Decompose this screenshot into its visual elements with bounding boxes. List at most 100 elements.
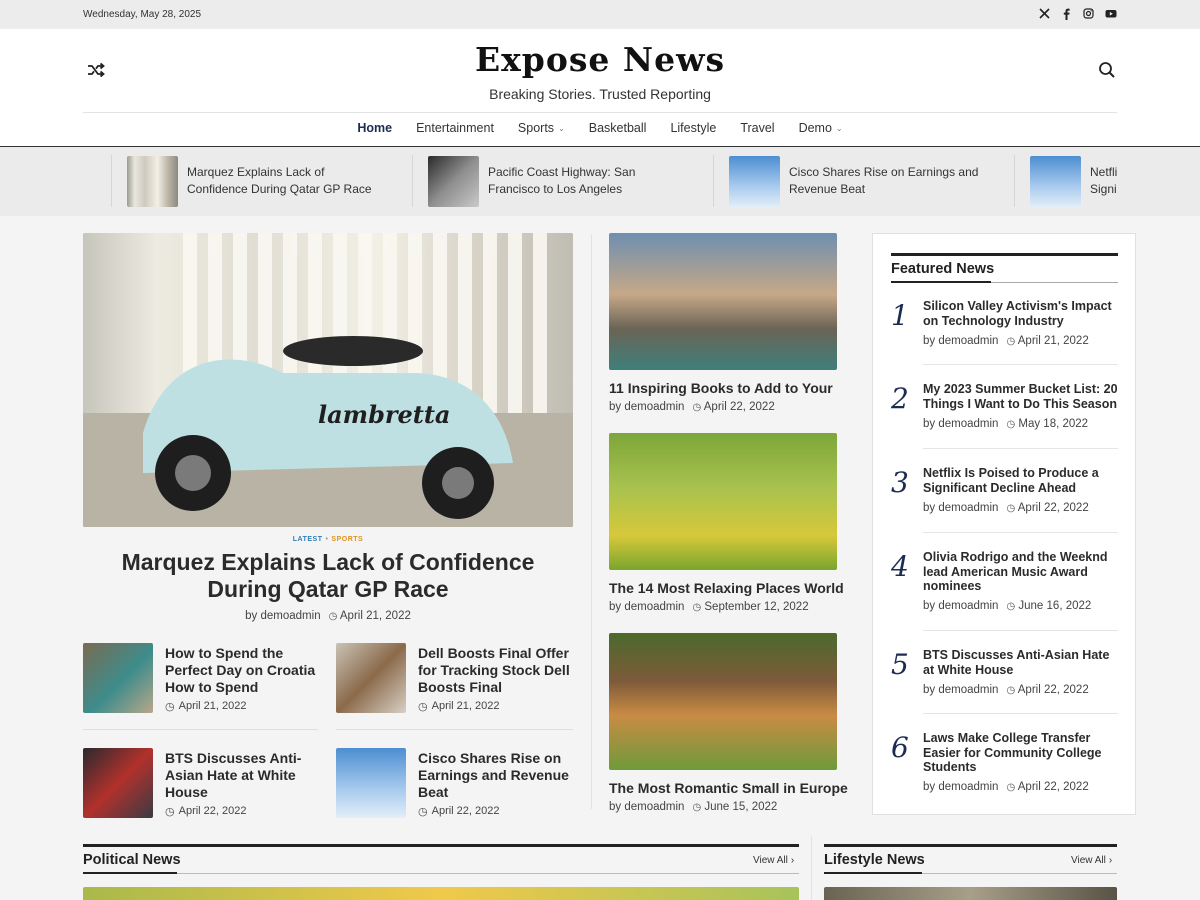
post-date: ◷ April 21, 2022 bbox=[328, 610, 411, 622]
author-byline[interactable]: by demoadmin bbox=[923, 418, 998, 430]
card-image[interactable] bbox=[609, 633, 837, 770]
youtube-icon[interactable] bbox=[1105, 8, 1117, 20]
author-byline[interactable]: by demoadmin bbox=[609, 401, 684, 413]
nav-label: Sports bbox=[517, 121, 555, 135]
ticker-thumbnail[interactable] bbox=[127, 155, 178, 207]
author-byline[interactable]: by demoadmin bbox=[245, 610, 320, 622]
ticker-thumbnail[interactable] bbox=[428, 155, 479, 207]
ticker-item[interactable]: Marquez Explains Lack of Confidence Duri… bbox=[111, 155, 387, 207]
post-title[interactable]: BTS Discusses Anti-Asian Hate at White H… bbox=[165, 750, 323, 801]
hero-title[interactable]: Marquez Explains Lack of Confidence Duri… bbox=[83, 549, 573, 603]
card-image[interactable] bbox=[609, 433, 837, 570]
post-date: ◷ April 22, 2022 bbox=[1006, 502, 1089, 514]
nav-item-demo[interactable]: Demo ⌄ bbox=[787, 121, 855, 135]
clock-icon: ◷ bbox=[692, 402, 702, 413]
clock-icon: ◷ bbox=[418, 806, 428, 818]
political-news-heading: Political News bbox=[83, 852, 181, 868]
ticker-item[interactable]: Netfli Signi bbox=[1014, 155, 1120, 207]
card-title[interactable]: The 14 Most Relaxing Places World bbox=[609, 580, 849, 596]
author-byline[interactable]: by demoadmin bbox=[923, 684, 998, 696]
top-bar: Wednesday, May 28, 2025 bbox=[0, 0, 1200, 29]
small-post[interactable]: How to Spend the Perfect Day on Croatia … bbox=[83, 643, 323, 713]
divider bbox=[923, 630, 1118, 631]
hero-image[interactable]: lambretta bbox=[83, 233, 573, 527]
ticker-thumbnail[interactable] bbox=[729, 155, 780, 207]
facebook-icon[interactable] bbox=[1061, 8, 1072, 20]
search-icon[interactable] bbox=[1098, 61, 1116, 79]
author-byline[interactable]: by demoadmin bbox=[609, 601, 684, 613]
nav-item-lifestyle[interactable]: Lifestyle bbox=[658, 121, 728, 135]
post-thumbnail[interactable] bbox=[336, 643, 406, 713]
nav-item-home[interactable]: Home bbox=[345, 121, 404, 135]
author-byline[interactable]: by demoadmin bbox=[923, 335, 998, 347]
main-content: lambretta LATEST • SPORTS Marquez Explains… bbox=[0, 216, 1200, 900]
x-icon[interactable] bbox=[1039, 8, 1050, 20]
section-underline bbox=[824, 872, 922, 874]
clock-icon: ◷ bbox=[692, 802, 702, 813]
author-byline[interactable]: by demoadmin bbox=[609, 801, 684, 813]
featured-title[interactable]: Silicon Valley Activism's Impact on Tech… bbox=[923, 299, 1118, 328]
small-post[interactable]: Dell Boosts Final Offer for Tracking Sto… bbox=[336, 643, 576, 713]
featured-title[interactable]: Olivia Rodrigo and the Weeknd lead Ameri… bbox=[923, 550, 1118, 594]
clock-icon: ◷ bbox=[1006, 782, 1016, 793]
lifestyle-lead-image[interactable] bbox=[824, 887, 1117, 900]
category-sports[interactable]: SPORTS bbox=[331, 536, 363, 543]
news-ticker: Marquez Explains Lack of Confidence Duri… bbox=[0, 147, 1200, 216]
post-thumbnail[interactable] bbox=[336, 748, 406, 818]
featured-title[interactable]: My 2023 Summer Bucket List: 20 Things I … bbox=[923, 382, 1118, 411]
card-image[interactable] bbox=[609, 233, 837, 370]
site-tagline: Breaking Stories. Trusted Reporting bbox=[489, 86, 711, 102]
clock-icon: ◷ bbox=[165, 806, 175, 818]
post-date: ◷ April 21, 2022 bbox=[165, 700, 247, 713]
ticker-title[interactable]: Cisco Shares Rise on Earnings and Revenu… bbox=[789, 164, 989, 198]
nav-item-sports[interactable]: Sports ⌄ bbox=[506, 121, 577, 135]
ticker-thumbnail[interactable] bbox=[1030, 155, 1081, 207]
post-thumbnail[interactable] bbox=[83, 748, 153, 818]
author-byline[interactable]: by demoadmin bbox=[923, 600, 998, 612]
clock-icon: ◷ bbox=[1006, 419, 1016, 430]
ticker-title[interactable]: Pacific Coast Highway: San Francisco to … bbox=[488, 164, 688, 198]
author-byline[interactable]: by demoadmin bbox=[923, 781, 998, 793]
ticker-title[interactable]: Netfli Signi bbox=[1090, 164, 1120, 198]
small-post[interactable]: Cisco Shares Rise on Earnings and Revenu… bbox=[336, 748, 576, 818]
post-date: ◷ June 16, 2022 bbox=[1006, 600, 1092, 612]
post-date: ◷ June 15, 2022 bbox=[692, 801, 778, 813]
featured-title[interactable]: Laws Make College Transfer Easier for Co… bbox=[923, 731, 1118, 775]
site-title[interactable]: Expose News bbox=[0, 40, 1200, 79]
column-divider bbox=[591, 234, 592, 809]
post-date: ◷ April 22, 2022 bbox=[165, 805, 247, 818]
clock-icon: ◷ bbox=[1006, 685, 1016, 696]
political-lead-image[interactable] bbox=[83, 887, 799, 900]
ticker-item[interactable]: Cisco Shares Rise on Earnings and Revenu… bbox=[713, 155, 989, 207]
card-title[interactable]: The Most Romantic Small in Europe bbox=[609, 780, 849, 796]
nav-item-entertainment[interactable]: Entertainment bbox=[404, 121, 506, 135]
ticker-item[interactable]: Pacific Coast Highway: San Francisco to … bbox=[412, 155, 688, 207]
hero-meta: by demoadmin ◷ April 21, 2022 bbox=[83, 610, 573, 622]
category-latest[interactable]: LATEST bbox=[293, 536, 323, 543]
featured-meta: by demoadmin ◷ April 22, 2022 bbox=[923, 502, 1089, 514]
nav-item-travel[interactable]: Travel bbox=[728, 121, 786, 135]
nav-label: Lifestyle bbox=[670, 121, 717, 135]
ticker-title[interactable]: Marquez Explains Lack of Confidence Duri… bbox=[187, 164, 387, 198]
featured-rank: 5 bbox=[891, 648, 909, 681]
lifestyle-view-all-link[interactable]: View All › bbox=[1071, 855, 1112, 866]
divider bbox=[923, 532, 1118, 533]
featured-title[interactable]: Netflix Is Poised to Produce a Significa… bbox=[923, 466, 1118, 495]
post-thumbnail[interactable] bbox=[83, 643, 153, 713]
chevron-down-icon: ⌄ bbox=[558, 123, 565, 133]
author-byline[interactable]: by demoadmin bbox=[923, 502, 998, 514]
section-underline bbox=[83, 872, 177, 874]
small-post[interactable]: BTS Discusses Anti-Asian Hate at White H… bbox=[83, 748, 323, 818]
post-title[interactable]: Cisco Shares Rise on Earnings and Revenu… bbox=[418, 750, 576, 801]
political-view-all-link[interactable]: View All › bbox=[753, 855, 794, 866]
card-title[interactable]: 11 Inspiring Books to Add to Your bbox=[609, 380, 849, 396]
post-date: ◷ April 22, 2022 bbox=[418, 805, 500, 818]
clock-icon: ◷ bbox=[165, 701, 175, 713]
post-title[interactable]: Dell Boosts Final Offer for Tracking Sto… bbox=[418, 645, 576, 696]
post-title[interactable]: How to Spend the Perfect Day on Croatia … bbox=[165, 645, 323, 696]
instagram-icon[interactable] bbox=[1083, 8, 1094, 20]
featured-title[interactable]: BTS Discusses Anti-Asian Hate at White H… bbox=[923, 648, 1118, 677]
divider bbox=[923, 364, 1118, 365]
nav-item-basketball[interactable]: Basketball bbox=[577, 121, 659, 135]
featured-meta: by demoadmin ◷ May 18, 2022 bbox=[923, 418, 1088, 430]
